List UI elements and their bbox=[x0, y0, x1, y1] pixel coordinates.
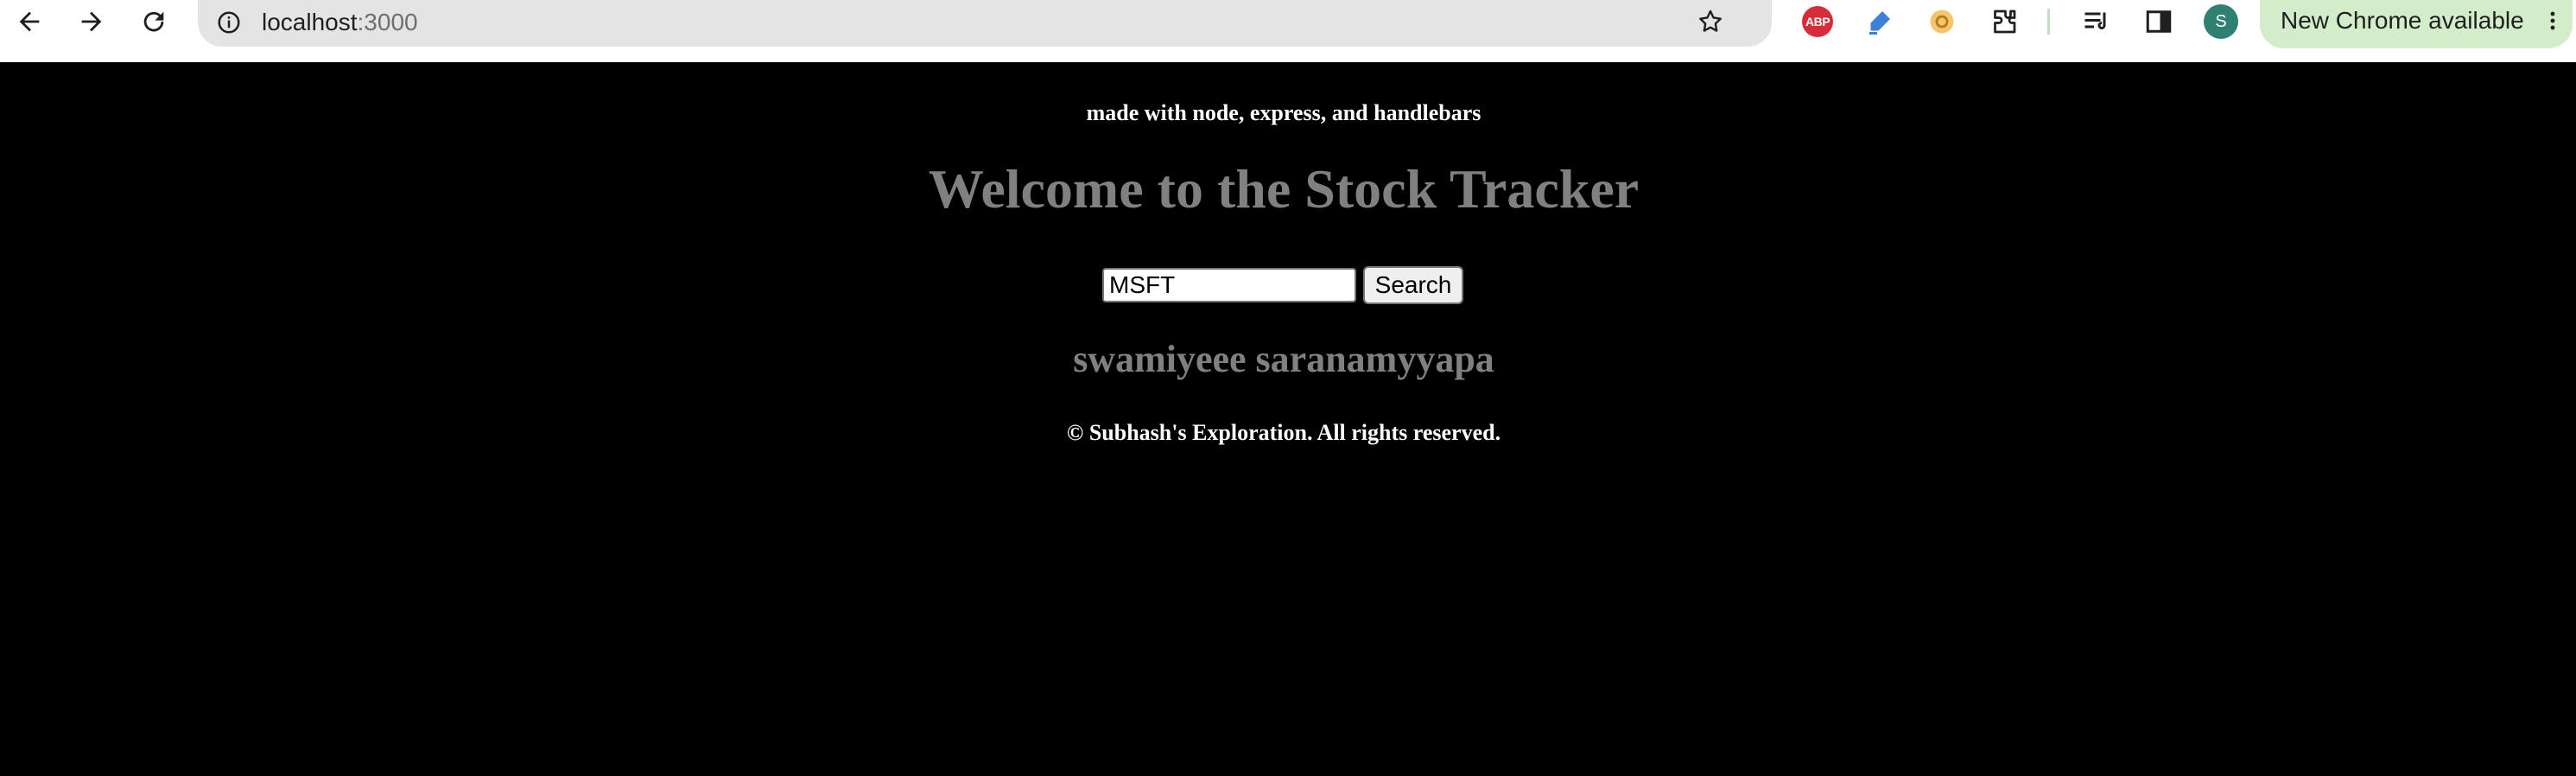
bitwarden-like-icon bbox=[1930, 10, 1954, 34]
site-info-icon[interactable] bbox=[212, 5, 246, 40]
reading-list-button[interactable] bbox=[2075, 0, 2118, 43]
update-label: New Chrome available bbox=[2281, 7, 2524, 34]
back-button[interactable] bbox=[3, 0, 55, 43]
avatar: S bbox=[2204, 4, 2238, 39]
forward-button[interactable] bbox=[66, 0, 117, 43]
side-panel-icon bbox=[2146, 10, 2172, 33]
reload-button[interactable] bbox=[128, 0, 180, 43]
profile-button[interactable]: S bbox=[2199, 0, 2243, 43]
made-with-text: made with node, express, and handlebars bbox=[1086, 100, 1482, 125]
back-icon bbox=[19, 11, 40, 32]
result-text: swamiyeee saranamyyapa bbox=[1073, 338, 1494, 380]
search-form: Search bbox=[1102, 266, 1463, 304]
adblock-plus-extension[interactable]: ABP bbox=[1796, 0, 1839, 43]
url-port: :3000 bbox=[357, 9, 418, 35]
chrome-update-button[interactable]: New Chrome available bbox=[2260, 0, 2573, 48]
reading-list-icon bbox=[2084, 12, 2106, 29]
side-panel-button[interactable] bbox=[2137, 0, 2180, 43]
toolbar-separator bbox=[2047, 9, 2050, 35]
reload-icon bbox=[143, 11, 164, 32]
bookmark-star-icon[interactable] bbox=[1689, 0, 1732, 43]
search-button[interactable]: Search bbox=[1363, 266, 1463, 304]
extensions-button[interactable] bbox=[1983, 0, 2026, 43]
kebab-menu-icon[interactable] bbox=[2540, 3, 2566, 38]
highlighter-extension[interactable] bbox=[1858, 0, 1901, 43]
highlighter-icon bbox=[1869, 11, 1890, 35]
address-bar[interactable]: localhost:3000 bbox=[198, 0, 1772, 47]
ticker-search-input[interactable] bbox=[1102, 268, 1356, 302]
forward-icon bbox=[81, 11, 102, 32]
adblock-plus-icon: ABP bbox=[1802, 6, 1833, 37]
browser-toolbar: localhost:3000 ABP S New Chrome availabl… bbox=[0, 0, 2576, 62]
footer-copyright: © Subhash's Exploration. All rights rese… bbox=[1066, 420, 1501, 445]
url-text[interactable]: localhost:3000 bbox=[262, 5, 418, 40]
extensions-puzzle-icon bbox=[1994, 10, 2016, 34]
coin-extension[interactable] bbox=[1920, 0, 1964, 43]
page-content: made with node, express, and handlebars … bbox=[0, 62, 2576, 776]
page-title: Welcome to the Stock Tracker bbox=[928, 158, 1640, 219]
url-host: localhost bbox=[262, 9, 358, 35]
